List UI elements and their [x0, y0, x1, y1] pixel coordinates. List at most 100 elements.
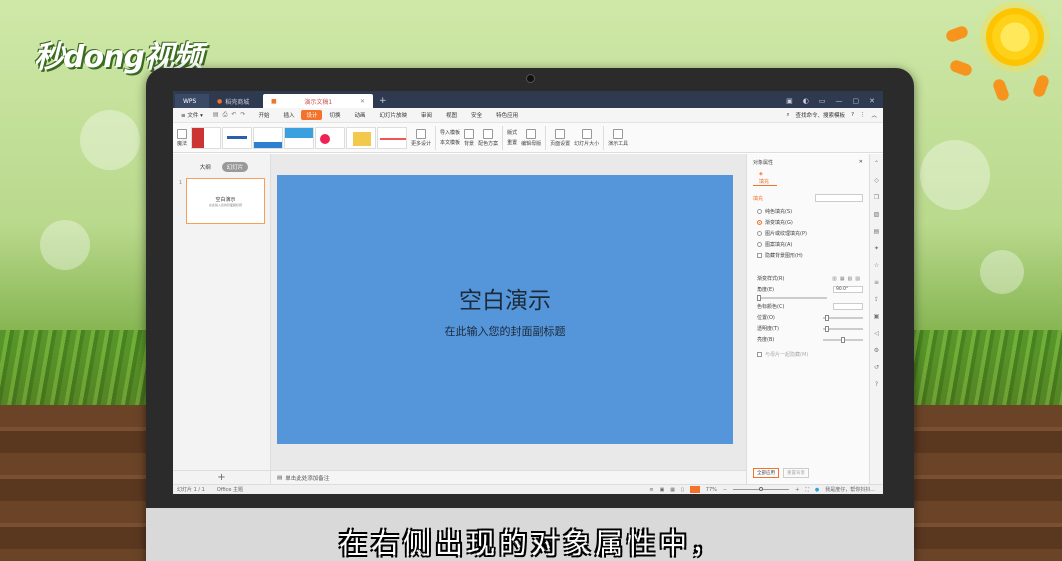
tab-store[interactable]: ● 稻壳商城 — [209, 94, 263, 108]
notes-toggle-icon[interactable]: ≡ — [649, 487, 653, 493]
image-icon[interactable]: ▣ — [874, 313, 880, 320]
menu-review[interactable]: 审阅 — [414, 111, 439, 119]
slide-subtitle[interactable]: 在此输入您的封面副标题 — [445, 323, 566, 339]
tab-slides[interactable]: 幻灯片 — [221, 162, 249, 172]
tab-document[interactable]: ■ 演示文稿1 ✕ — [263, 94, 373, 108]
menu-view[interactable]: 视图 — [439, 111, 464, 119]
menu-transition[interactable]: 切换 — [322, 111, 347, 119]
assistant-icon[interactable]: ● — [815, 487, 819, 493]
option-hide-bg[interactable]: 隐藏背景图形(H) — [747, 250, 869, 261]
assistant-text[interactable]: 我是度仔，帮你抖抖... — [825, 486, 875, 493]
color-scheme-button[interactable]: 配色方案 — [478, 128, 498, 147]
animation-icon[interactable]: ✦ — [874, 245, 879, 252]
layout-button[interactable]: 版式 — [507, 129, 517, 136]
fill-color-dropdown[interactable] — [815, 194, 863, 202]
share-icon[interactable]: ⇪ — [874, 296, 879, 303]
slide-thumbnail[interactable]: 空白演示 在此输入您的封面副标题 — [186, 178, 265, 224]
copy-icon[interactable]: ❐ — [874, 194, 879, 201]
add-slide-button[interactable]: + — [173, 470, 270, 484]
save-icon[interactable]: ▤ — [213, 111, 219, 119]
menu-animation[interactable]: 动画 — [348, 111, 373, 119]
reset-background-button[interactable]: 重置背景 — [783, 468, 809, 478]
shape-icon[interactable]: ◇ — [874, 177, 879, 184]
zoom-out-icon[interactable]: − — [723, 487, 727, 493]
zoom-slider[interactable] — [733, 487, 790, 491]
tab-outline[interactable]: 大纲 — [195, 162, 216, 172]
play-slideshow-button[interactable] — [689, 486, 700, 493]
more-icon[interactable]: ⋮ — [860, 112, 866, 118]
layers-icon[interactable]: ▧ — [874, 211, 880, 218]
print-icon[interactable]: ⎙ — [223, 111, 228, 119]
brightness-slider[interactable] — [823, 336, 863, 343]
template-thumb[interactable] — [284, 126, 315, 149]
background-button[interactable]: 背景 — [464, 128, 474, 147]
transparency-slider[interactable] — [823, 325, 863, 332]
list-icon[interactable]: ≡ — [874, 279, 879, 286]
menu-design[interactable]: 设计 — [301, 110, 323, 120]
option-gradient-fill[interactable]: 渐变填充(G) — [747, 217, 869, 228]
beautify-button[interactable]: 魔法 — [177, 128, 187, 147]
stop-color-dropdown[interactable] — [833, 303, 863, 310]
command-search[interactable]: ⌕ 查找命令、搜索模板 ? ⋮ ︿ — [786, 111, 883, 120]
close-icon[interactable]: ✕ — [360, 98, 365, 105]
reset-button[interactable]: 重置 — [507, 139, 517, 146]
settings-icon[interactable]: ⚙ — [874, 347, 879, 354]
slide-size-button[interactable]: 幻灯片大小 — [574, 128, 599, 147]
slide-canvas[interactable]: 空白演示 在此输入您的封面副标题 — [277, 175, 733, 444]
template-thumb[interactable] — [253, 126, 284, 149]
option-pattern-fill[interactable]: 图案填充(A) — [747, 239, 869, 250]
position-slider[interactable] — [823, 314, 863, 321]
menu-insert[interactable]: 插入 — [276, 111, 301, 119]
collapse-ribbon-icon[interactable]: ︿ — [871, 111, 877, 119]
presenter-tools-button[interactable]: 演示工具 — [608, 128, 628, 147]
option-solid-fill[interactable]: 纯色填充(S) — [747, 206, 869, 217]
slide-title[interactable]: 空白演示 — [459, 281, 551, 315]
menu-slideshow[interactable]: 幻灯片放映 — [373, 111, 415, 119]
close-pane-icon[interactable]: ✕ — [859, 159, 863, 166]
menu-start[interactable]: 开始 — [251, 111, 276, 119]
more-design-button[interactable]: 更多设计 — [411, 128, 431, 147]
help-icon[interactable]: ? — [875, 381, 878, 388]
notes-bar[interactable]: ▤ 单击此处添加备注 — [271, 470, 746, 484]
redo-icon[interactable]: ↷ — [240, 111, 245, 119]
hide-with-master[interactable]: 与母片一起隐藏(M) — [747, 343, 869, 360]
fit-window-icon[interactable]: ⛶ — [805, 487, 809, 493]
import-template-button[interactable]: 导入模板 — [440, 129, 460, 136]
apply-all-button[interactable]: 全部应用 — [753, 468, 779, 478]
help-icon[interactable]: ? — [851, 112, 854, 118]
template-thumb[interactable] — [222, 126, 253, 149]
user-avatar[interactable]: ▭ — [819, 97, 826, 105]
new-tab-button[interactable]: + — [373, 94, 393, 108]
sorter-view-icon[interactable]: ▦ — [670, 487, 675, 493]
tab-fill[interactable]: ◈ 填充 — [753, 171, 777, 186]
page-setup-button[interactable]: 页面设置 — [550, 128, 570, 147]
option-picture-fill[interactable]: 图片或纹理填充(P) — [747, 228, 869, 239]
properties-icon[interactable]: ▤ — [874, 228, 880, 235]
maximize-icon[interactable]: ▢ — [853, 97, 860, 105]
text-template-button[interactable]: 本文模板 — [440, 139, 460, 146]
template-thumb[interactable] — [346, 126, 377, 149]
angle-input[interactable]: 90.0° — [833, 286, 863, 293]
minimize-icon[interactable]: — — [836, 97, 843, 105]
reading-view-icon[interactable]: ▯ — [681, 487, 684, 493]
skin-icon[interactable]: ◐ — [803, 97, 809, 105]
zoom-in-icon[interactable]: + — [795, 487, 799, 493]
undo-icon[interactable]: ↶ — [231, 111, 236, 119]
gradient-style-icons[interactable]: ▥▦▧▨ — [832, 276, 863, 282]
template-thumb[interactable] — [191, 126, 222, 149]
gradient-stop-bar[interactable] — [757, 295, 827, 301]
layout-icon[interactable]: ▣ — [786, 97, 793, 105]
tab-wps-home[interactable]: WPS — [175, 94, 209, 108]
history-icon[interactable]: ↺ — [874, 364, 879, 371]
template-thumb[interactable] — [377, 126, 408, 149]
volume-icon[interactable]: ◁ — [874, 330, 879, 337]
edit-master-button[interactable]: 编辑母版 — [521, 128, 541, 147]
menu-file[interactable]: ≡ 文件 ▾ — [177, 111, 207, 119]
zoom-level[interactable]: 77% — [706, 487, 717, 493]
menu-security[interactable]: 安全 — [464, 111, 489, 119]
close-window-icon[interactable]: ✕ — [869, 97, 875, 105]
template-thumb[interactable] — [315, 126, 346, 149]
star-icon[interactable]: ☆ — [874, 262, 879, 269]
pointer-icon[interactable]: ⌃ — [874, 160, 879, 167]
normal-view-icon[interactable]: ▣ — [660, 487, 665, 493]
